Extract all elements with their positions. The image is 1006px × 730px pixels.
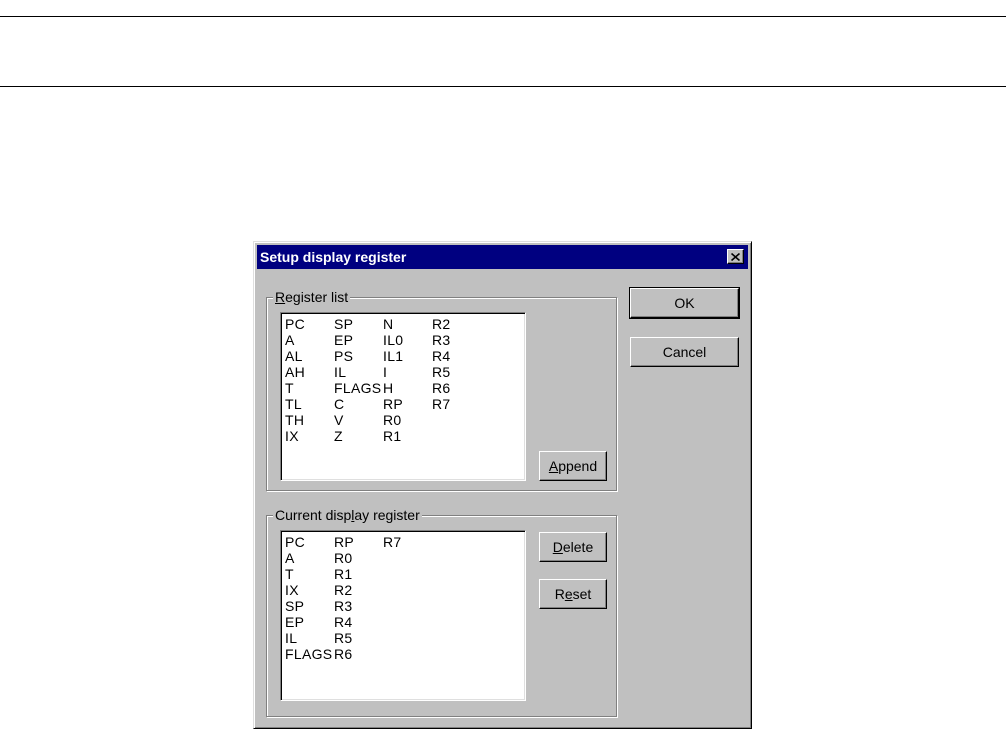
list-item[interactable]: PC	[285, 534, 334, 550]
top-rule	[0, 16, 1006, 17]
list-item[interactable]: R4	[334, 614, 383, 630]
list-item[interactable]: R2	[334, 582, 383, 598]
list-item[interactable]: R6	[334, 646, 383, 662]
list-item[interactable]: IL0	[383, 332, 432, 348]
delete-button[interactable]: Delete	[539, 532, 607, 562]
list-item[interactable]: R0	[383, 412, 432, 428]
register-list-items: PC A AL AH T TL TH IX SP EP PS IL FLAGS C V Z N IL0 IL1 I H R…	[285, 316, 481, 444]
setup-display-register-dialog: Setup display register Register list PC A…	[253, 241, 752, 729]
list-item[interactable]: IL1	[383, 348, 432, 364]
list-item[interactable]: AH	[285, 364, 334, 380]
list-item[interactable]: AL	[285, 348, 334, 364]
list-item[interactable]: R5	[432, 364, 481, 380]
list-item[interactable]: V	[334, 412, 383, 428]
list-item[interactable]: FLAGS	[334, 380, 383, 396]
list-item[interactable]: RP	[334, 534, 383, 550]
list-item[interactable]: IL	[334, 364, 383, 380]
list-item[interactable]: IX	[285, 428, 334, 444]
list-item[interactable]: SP	[285, 598, 334, 614]
list-item[interactable]: A	[285, 332, 334, 348]
current-display-register-label: Current display register	[273, 507, 422, 523]
register-listbox[interactable]: PC A AL AH T TL TH IX SP EP PS IL FLAGS C V Z N IL0 IL1 I H R…	[280, 312, 526, 481]
list-item[interactable]: N	[383, 316, 432, 332]
list-item[interactable]: TH	[285, 412, 334, 428]
close-icon	[731, 252, 740, 261]
register-list-group: Register list PC A AL AH T TL TH IX SP EP PS IL FLAG…	[266, 289, 617, 491]
list-item[interactable]: R3	[432, 332, 481, 348]
list-item[interactable]: R6	[432, 380, 481, 396]
list-item[interactable]: FLAGS	[285, 646, 334, 662]
list-item[interactable]: R1	[383, 428, 432, 444]
close-button[interactable]	[727, 249, 744, 264]
list-item[interactable]: R3	[334, 598, 383, 614]
list-item[interactable]: EP	[334, 332, 383, 348]
list-item[interactable]: H	[383, 380, 432, 396]
list-item[interactable]: R4	[432, 348, 481, 364]
list-item[interactable]: TL	[285, 396, 334, 412]
current-display-register-group: Current display register PC A T IX SP EP IL FLA…	[266, 507, 617, 717]
list-item[interactable]: R7	[432, 396, 481, 412]
list-item[interactable]: T	[285, 380, 334, 396]
list-item[interactable]: T	[285, 566, 334, 582]
current-display-items: PC A T IX SP EP IL FLAGS RP R0 R1 R2 R3 R4 R5 R6 R7	[285, 534, 432, 662]
list-item[interactable]: Z	[334, 428, 383, 444]
list-item[interactable]: PC	[285, 316, 334, 332]
title-bar: Setup display register	[257, 245, 748, 269]
list-item[interactable]: RP	[383, 396, 432, 412]
current-display-listbox[interactable]: PC A T IX SP EP IL FLAGS RP R0 R1 R2 R3 R4 R5 R6 R7	[280, 530, 526, 701]
list-item[interactable]: R1	[334, 566, 383, 582]
list-item[interactable]: R5	[334, 630, 383, 646]
reset-button[interactable]: Re set	[539, 579, 607, 609]
list-item[interactable]: R7	[383, 534, 432, 550]
list-item[interactable]: EP	[285, 614, 334, 630]
list-item[interactable]: R2	[432, 316, 481, 332]
list-item[interactable]: A	[285, 550, 334, 566]
list-item[interactable]: PS	[334, 348, 383, 364]
list-item[interactable]: SP	[334, 316, 383, 332]
bottom-rule	[0, 86, 1006, 87]
list-item[interactable]: I	[383, 364, 432, 380]
list-item[interactable]: R0	[334, 550, 383, 566]
append-button[interactable]: Append	[539, 451, 607, 481]
register-list-label: Register list	[273, 289, 351, 305]
ok-button[interactable]: OK	[629, 287, 740, 319]
list-item[interactable]: IX	[285, 582, 334, 598]
list-item[interactable]: C	[334, 396, 383, 412]
list-item[interactable]: IL	[285, 630, 334, 646]
dialog-title: Setup display register	[260, 249, 407, 265]
cancel-button[interactable]: Cancel	[630, 337, 739, 367]
